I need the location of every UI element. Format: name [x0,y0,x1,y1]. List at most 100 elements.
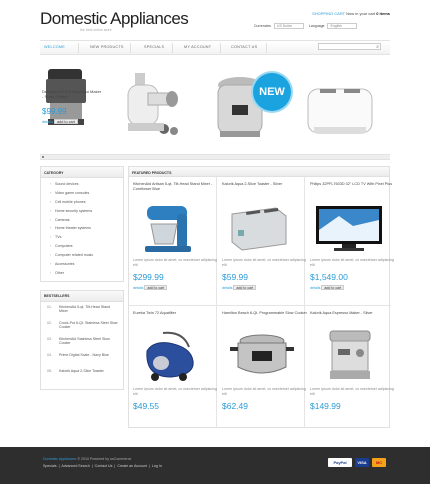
category-item[interactable]: Accessories [50,260,119,269]
slow-cooker-image[interactable] [222,329,308,384]
category-item[interactable]: Cameras [50,216,119,225]
product-description: Lorem ipsum dolor sit amet, co nsectetue… [222,387,306,396]
categories-box: CATEGORY Sound devices Video game consol… [40,166,124,282]
bestseller-item[interactable]: 01. KitchenAid 5-qt. Tilt-Head Stand Mixe… [47,305,119,321]
nav-item-contact-us[interactable]: CONTACT US [231,45,257,49]
footer-link-specials[interactable]: Specials [43,464,57,468]
add-to-cart-button[interactable]: add to cart [144,285,168,290]
bestseller-rank: 05. [47,368,52,373]
product-title[interactable]: Kalorik Aqua Espresso Maker - Silver [310,311,396,325]
footer-brand-link[interactable]: Domestic Appliances [43,457,76,461]
bestseller-name[interactable]: KitchenAid Stainless Steel Slow Cooker [59,337,110,346]
category-item[interactable]: Home theater systems [50,224,119,233]
details-link[interactable]: details [222,286,232,290]
slider-add-to-cart-button[interactable]: add to cart [54,119,78,124]
slider-handle[interactable] [42,156,44,158]
footer-link-log-in[interactable]: Log In [152,464,162,468]
toaster-image[interactable] [307,88,373,134]
product-title[interactable]: Philips 32PFL7603D 32" LCD TV With Pixel… [310,182,396,196]
language-select[interactable]: English [327,23,358,29]
language-label: Language [308,23,325,28]
slider-details-link[interactable]: details [42,120,53,124]
bestseller-item[interactable]: 04. Prime Digital Scale - Navy Blue [47,353,119,369]
slider-product-price: $99.99 [42,107,67,116]
currencies-label: Currencies [254,23,271,28]
category-item[interactable]: Computers [50,242,119,251]
category-item[interactable]: Video game consoles [50,189,119,198]
add-to-cart-button[interactable]: add to cart [321,285,345,290]
cart-summary: SHOPPING CART Now in your cart 0 items [312,11,390,16]
cart-items-count: 0 items [376,11,390,16]
details-link[interactable]: details [310,286,320,290]
product-links: details add to cart [310,285,396,290]
category-item[interactable]: TVs [50,233,119,242]
toaster-image[interactable] [222,200,308,255]
search-input[interactable]: ⌕ [318,43,381,50]
cart-link[interactable]: SHOPPING CART [312,11,345,16]
mastercard-icon: MC [372,458,386,467]
product-description: Lorem ipsum dolor sit amet, co nsectetue… [133,387,217,396]
cart-text: Now in your cart [346,11,376,16]
footer-link-contact-us[interactable]: Contact Us [95,464,113,468]
category-item[interactable]: Other [50,269,119,278]
bestseller-item[interactable]: 02. Crock-Pot 6-Qt. Stainless Steel Slow … [47,321,119,337]
product-title[interactable]: Hamilton Beach 6-Qt. Programmable Slow C… [222,311,308,325]
bestsellers-box: BESTSELLERS 01. KitchenAid 5-qt. Tilt-Hea… [40,289,124,390]
vacuum-image[interactable] [133,329,219,384]
details-link[interactable]: details [133,286,143,290]
add-to-cart-button[interactable]: add to cart [233,285,257,290]
category-item[interactable]: Computer related music [50,251,119,260]
product-price: $299.99 [133,272,164,282]
product-price: $59.99 [222,272,248,282]
footer-link-create-account[interactable]: Create an Account [117,464,147,468]
footer: Domestic Appliances © 2010 Powered by os… [0,447,430,484]
espresso-maker-image[interactable] [310,329,396,384]
nav-divider [266,43,267,53]
nav-divider [172,43,173,53]
product-description: Lorem ipsum dolor sit amet, co nsectetue… [310,258,394,267]
nav-item-specials[interactable]: SPECIALS [144,45,164,49]
nav-item-my-account[interactable]: MY ACCOUNT [184,45,211,49]
product-links: details add to cart [222,285,308,290]
product-description: Lorem ipsum dolor sit amet, co nsectetue… [310,387,394,396]
bestseller-name[interactable]: Crock-Pot 6-Qt. Stainless Steel Slow Coo… [59,321,118,330]
search-icon[interactable]: ⌕ [376,44,379,50]
slider-product-title[interactable]: Delonghi EC410 Espresso Maker - Silver /… [42,89,102,99]
stand-mixer-image[interactable] [133,200,219,255]
category-item[interactable]: Home security systems [50,207,119,216]
currency-select[interactable]: US Dollar [273,23,304,29]
visa-icon: VISA [355,458,369,467]
left-column: CATEGORY Sound devices Video game consol… [40,166,124,390]
footer-copyright: Domestic Appliances © 2010 Powered by os… [43,457,131,461]
product-title[interactable]: Kalorik Aqua 2-Slice Toaster - Silver [222,182,308,196]
product-title[interactable]: Eureka Twin 72 Aquafilter [133,311,219,325]
footer-links: Specials | Advanced Search | Contact Us … [43,464,162,468]
bestseller-item[interactable]: 03. KitchenAid Stainless Steel Slow Cooke… [47,337,119,353]
new-badge: NEW [253,73,291,111]
lcd-tv-image[interactable] [310,200,396,255]
category-item[interactable]: Sound devices [50,180,119,189]
page: Domestic Appliances the best online stor… [0,0,430,484]
product-title[interactable]: KitchenAid Artisan 5-qt. Tilt-Head Stand… [133,182,219,196]
slider-product-links: details add to cart [42,119,78,124]
bestseller-rank: 01. [47,304,52,309]
slider-scrollbar[interactable] [40,154,390,160]
product-description: Lorem ipsum dolor sit amet, co nsectetue… [222,258,306,267]
category-list: Sound devices Video game consoles Cell m… [41,178,123,281]
product-grid: KitchenAid Artisan 5-qt. Tilt-Head Stand… [129,177,394,427]
bestsellers-list: 01. KitchenAid 5-qt. Tilt-Head Stand Mixe… [41,302,123,389]
meat-grinder-image[interactable] [127,73,178,135]
bestseller-item[interactable]: 05. Kalorik Aqua 2-Slice Toaster [47,369,119,385]
bestseller-name[interactable]: Prime Digital Scale - Navy Blue [59,353,109,357]
featured-products: FEATURED PRODUCTS KitchenAid Artisan 5-q… [128,166,394,428]
bestseller-name[interactable]: KitchenAid 5-qt. Tilt-Head Stand Mixer [59,305,110,314]
footer-link-advanced-search[interactable]: Advanced Search [61,464,89,468]
categories-title: CATEGORY [41,167,123,178]
product-card: Eureka Twin 72 Aquafilter Lorem ipsum do… [133,311,219,433]
nav-item-new-products[interactable]: NEW PRODUCTS [90,45,124,49]
featured-title: FEATURED PRODUCTS [129,167,389,177]
category-item[interactable]: Cell mobile phones [50,198,119,207]
logo[interactable]: Domestic Appliances the best online stor… [40,9,189,32]
bestseller-name[interactable]: Kalorik Aqua 2-Slice Toaster [59,369,104,373]
nav-item-welcome[interactable]: WELCOME [44,45,65,49]
